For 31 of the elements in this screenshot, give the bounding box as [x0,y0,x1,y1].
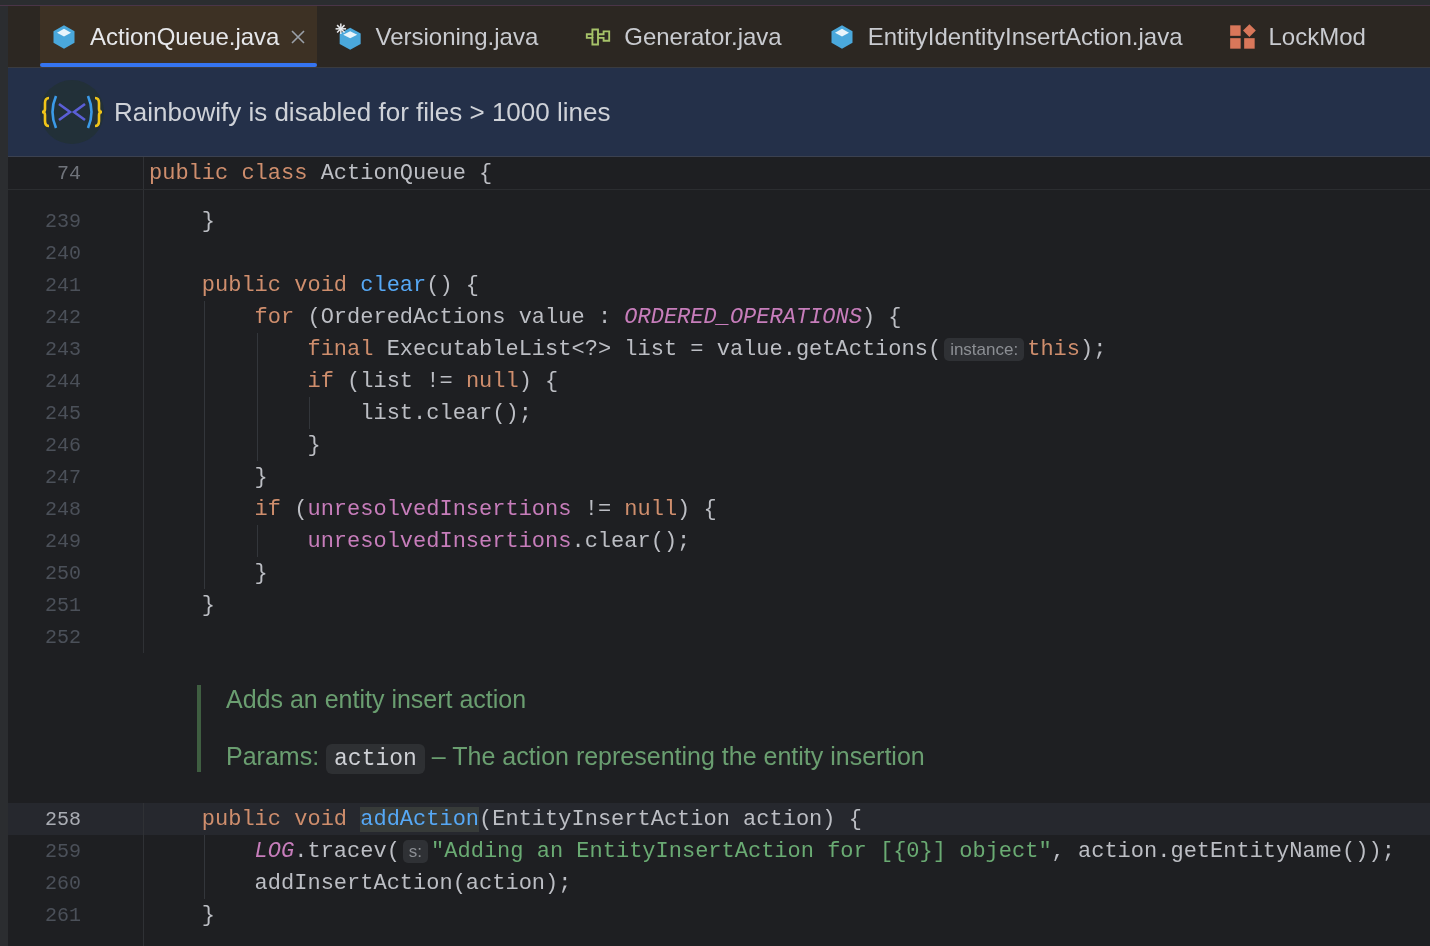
editor-tab[interactable]: LockMod [1218,6,1378,67]
cube-with-snowflake-icon [335,22,364,51]
code-line: unresolvedInsertions.clear(); [306,528,691,554]
code-line: addInsertAction(action); [253,870,572,896]
editor-tab[interactable]: ActionQueue.java [40,6,318,67]
code-line: list.clear(); [359,400,532,426]
code-line: public void addAction(EntityInsertAction action) { [200,806,862,832]
editor-tab[interactable]: Versioning.java [325,6,551,67]
code-line: } [306,432,321,458]
code-line: LOG.tracev( s: "Adding an EntityInsertAction for [{0}] object", action.getEntityName()); [253,838,1395,864]
code-line: } [200,902,215,928]
banner-text: Rainbowify is disabled for files > 1000 lines [114,96,611,128]
close-icon[interactable] [291,29,306,44]
code-line: if (list != null) { [306,368,559,394]
editor-tab[interactable]: Generator.java [574,6,794,67]
code-line: final ExecutableList<?> list = value.getActions( instance: this); [306,336,1107,362]
line-number: 258 [45,807,81,831]
code-line: public class ActionQueue { [149,160,493,186]
code-line: } [253,560,268,586]
code-line: } [253,464,268,490]
code-line: for (OrderedActions value : ORDERED_OPERATIONS) { [253,304,902,330]
code-line: public void clear() { [200,272,480,298]
code-line: } [200,208,215,234]
brackets-logo-icon [40,80,104,144]
editor-tab[interactable]: EntityIdentityInsertAction.java [817,6,1195,67]
param-description: Params: action – The action representing the entity insertion [226,741,925,772]
code-line: } [200,592,215,618]
line-number: 74 [57,161,81,185]
code-line: if (unresolvedInsertions != null) { [253,496,717,522]
doc-summary: Adds an entity insert action [226,684,528,714]
shapes-icon [1228,22,1257,51]
